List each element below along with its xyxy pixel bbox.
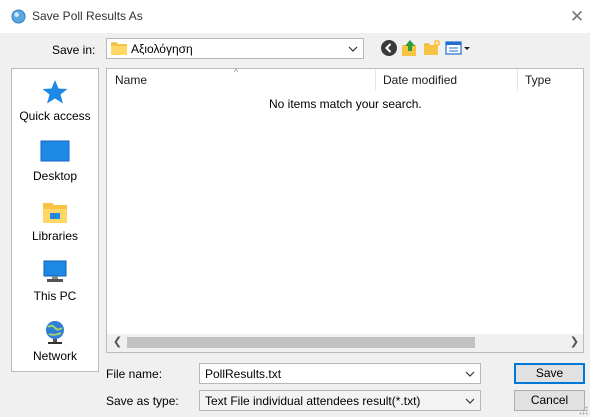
chevron-down-icon[interactable]: [463, 392, 477, 409]
title-bar: Save Poll Results As ✕: [0, 0, 590, 33]
save-as-type-dropdown[interactable]: Text File individual attendees result(*.…: [199, 390, 481, 411]
file-name-field[interactable]: PollResults.txt: [199, 363, 481, 384]
scroll-right-button[interactable]: ❯: [566, 334, 583, 351]
column-header-date-modified[interactable]: Date modified: [383, 73, 457, 87]
up-folder-icon[interactable]: [401, 39, 419, 57]
save-as-type-value: Text File individual attendees result(*.…: [205, 394, 421, 408]
save-in-value: Αξιολόγηση: [131, 42, 193, 56]
place-label: Network: [32, 349, 77, 363]
back-icon[interactable]: [380, 39, 398, 57]
chevron-left-icon[interactable]: ❮: [113, 336, 122, 348]
save-in-dropdown[interactable]: Αξιολόγηση: [106, 38, 364, 59]
column-header-type[interactable]: Type: [525, 73, 551, 87]
scroll-thumb[interactable]: [127, 337, 475, 348]
desktop-icon: [40, 140, 70, 162]
place-libraries[interactable]: Libraries: [12, 199, 98, 243]
place-quick-access[interactable]: Quick access: [12, 79, 98, 123]
close-icon[interactable]: ✕: [570, 7, 584, 26]
column-header-name[interactable]: Name: [115, 73, 147, 87]
place-this-pc[interactable]: This PC: [12, 259, 98, 303]
chevron-down-icon[interactable]: [463, 365, 477, 382]
column-divider[interactable]: [517, 69, 518, 91]
folder-icon: [111, 42, 127, 55]
window-title: Save Poll Results As: [32, 9, 143, 23]
network-icon: [46, 321, 64, 344]
close-button[interactable]: ✕: [566, 6, 588, 28]
file-list[interactable]: Name ^ Date modified Type No items match…: [106, 68, 584, 353]
column-divider[interactable]: [375, 69, 376, 91]
new-folder-icon[interactable]: [423, 39, 441, 57]
chevron-right-icon[interactable]: ❯: [570, 336, 579, 348]
chevron-down-icon[interactable]: [346, 40, 360, 57]
libraries-icon: [43, 203, 67, 223]
place-label: Desktop: [32, 169, 78, 183]
cancel-button[interactable]: Cancel: [514, 390, 585, 411]
file-name-value[interactable]: PollResults.txt: [205, 367, 281, 381]
quick-access-star-icon: [42, 80, 68, 104]
save-as-type-label: Save as type:: [106, 394, 179, 408]
place-network[interactable]: Network: [12, 319, 98, 363]
this-pc-icon: [43, 260, 67, 282]
empty-message: No items match your search.: [269, 97, 422, 111]
save-in-label: Save in:: [52, 43, 96, 57]
place-label: Quick access: [19, 109, 91, 123]
horizontal-scrollbar[interactable]: ❮ ❯: [106, 334, 584, 353]
file-name-label: File name:: [106, 367, 163, 381]
place-label: This PC: [33, 289, 77, 303]
sort-ascending-icon: ^: [234, 68, 239, 77]
places-bar: Quick access Desktop Libraries This PC N…: [11, 68, 99, 372]
app-circle-icon: [11, 9, 26, 24]
place-desktop[interactable]: Desktop: [12, 139, 98, 183]
resize-grip-icon[interactable]: [579, 406, 588, 415]
save-button[interactable]: Save: [514, 363, 585, 384]
view-menu-icon[interactable]: [445, 39, 471, 57]
scroll-left-button[interactable]: ❮: [109, 334, 126, 351]
place-label: Libraries: [31, 229, 79, 243]
